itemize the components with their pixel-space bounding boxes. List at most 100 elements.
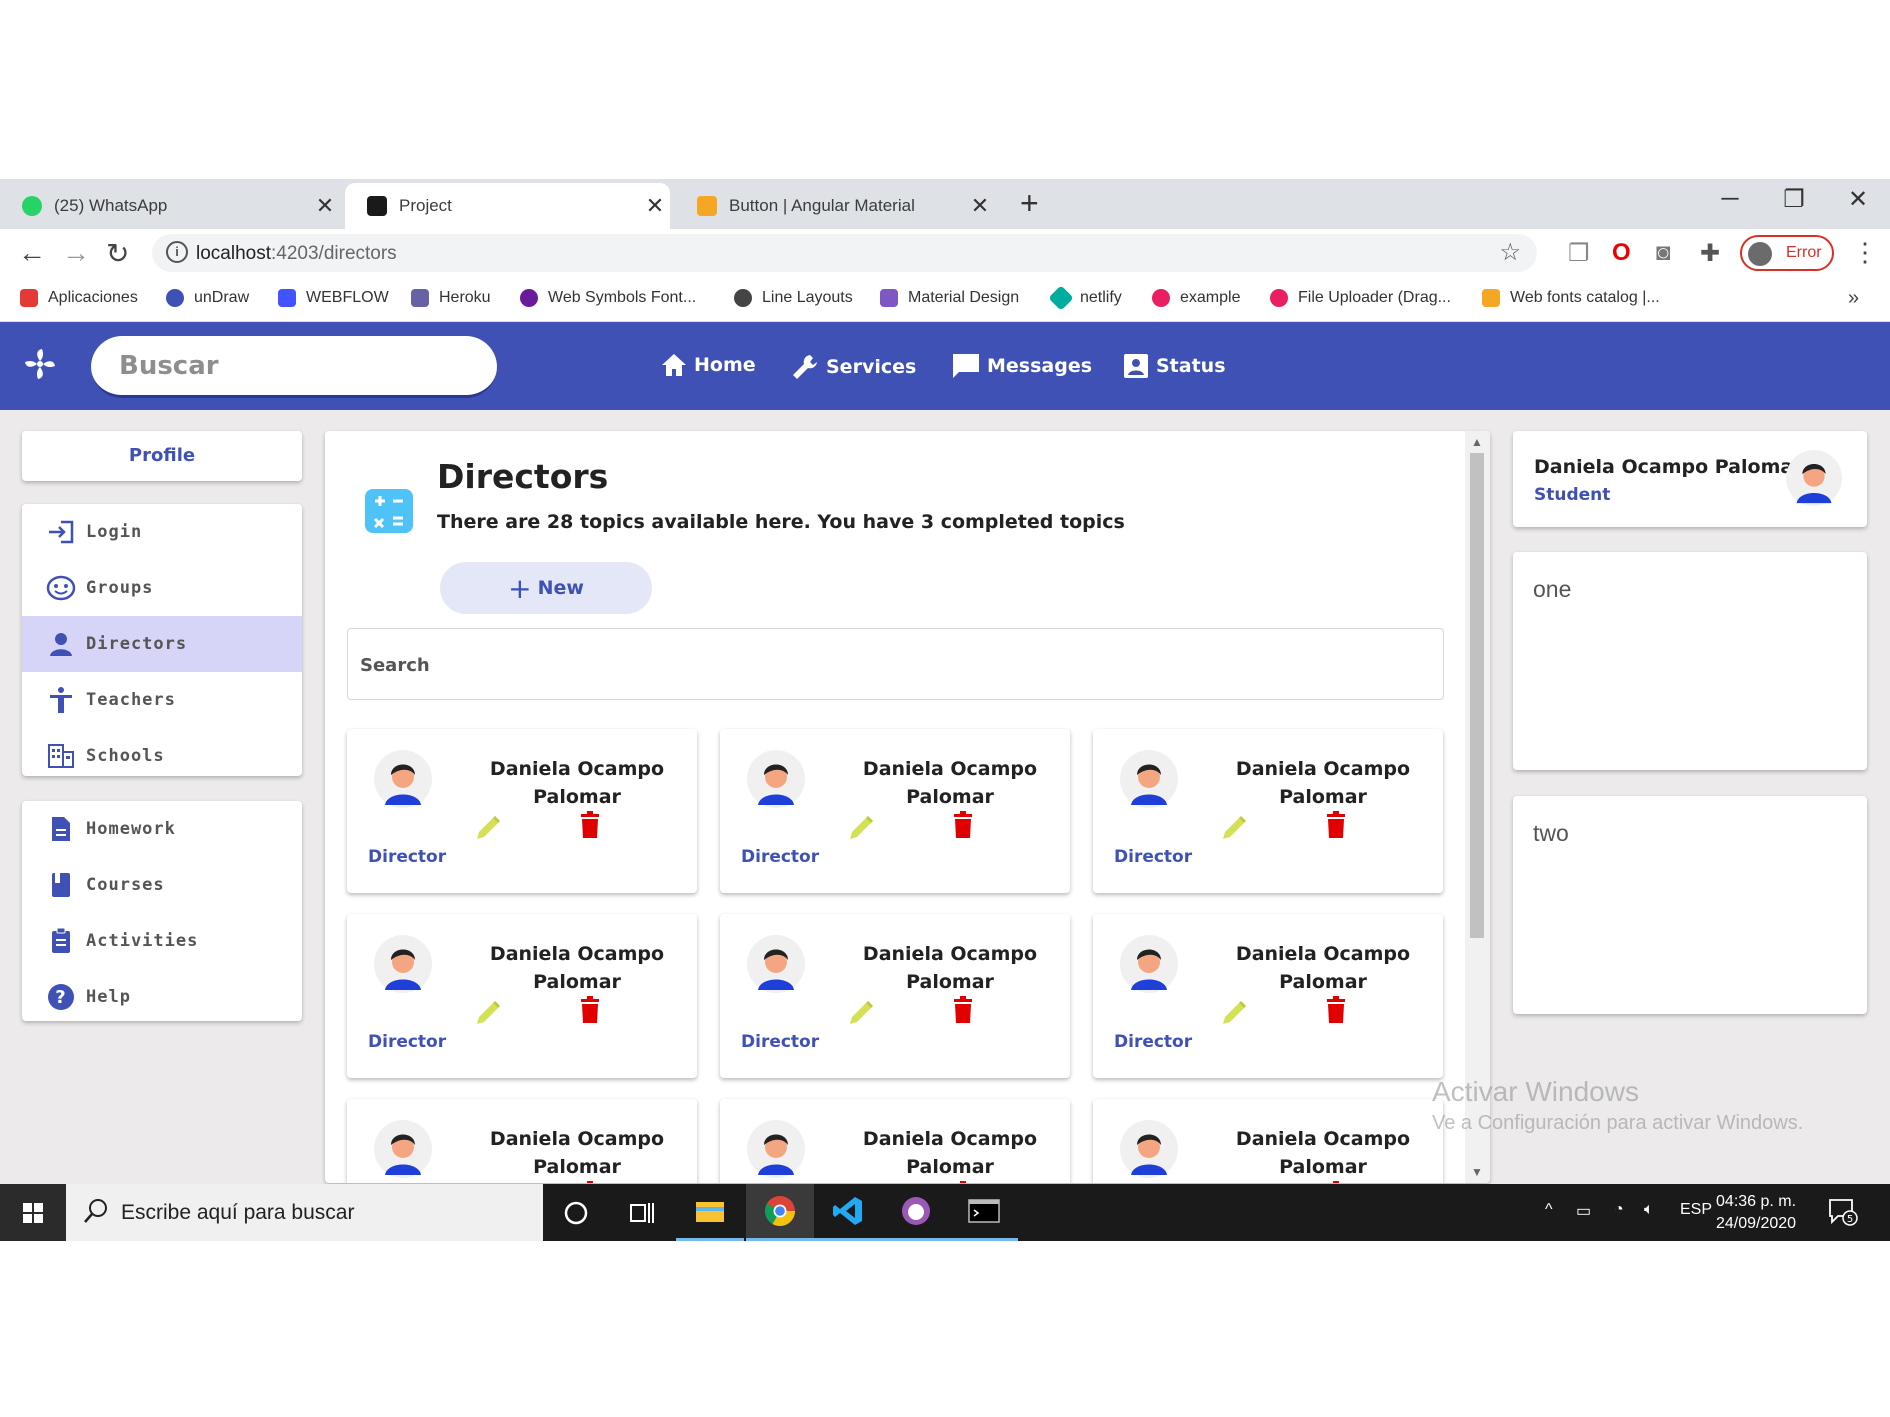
nav-services[interactable]: Services [790, 352, 916, 382]
taskbar-search[interactable]: Escribe aquí para buscar [66, 1184, 543, 1241]
director-card[interactable]: Daniela Ocampo Palomar Director [720, 914, 1070, 1078]
sidebar-item-schools[interactable]: Schools [22, 728, 302, 784]
sidebar-item-help[interactable]: ? Help [22, 969, 302, 1025]
delete-trash-icon[interactable] [579, 811, 601, 844]
bookmark-star-icon[interactable]: ☆ [1499, 238, 1521, 267]
nav-messages[interactable]: Messages [951, 352, 1092, 380]
delete-trash-icon[interactable] [952, 996, 974, 1029]
close-tab-icon[interactable]: ✕ [640, 193, 670, 219]
copy-icon[interactable]: ❐ [1568, 239, 1590, 268]
profile-button[interactable]: Profile [22, 431, 302, 481]
file-explorer-icon[interactable] [676, 1184, 744, 1241]
bookmark-item[interactable]: Material Design [880, 289, 1019, 307]
delete-trash-icon[interactable] [1325, 1181, 1347, 1183]
edit-pencil-icon[interactable] [1219, 813, 1249, 848]
edit-pencil-icon[interactable] [846, 813, 876, 848]
edit-pencil-icon[interactable] [1219, 998, 1249, 1033]
director-card[interactable]: Daniela Ocampo Palomar Director [347, 729, 697, 893]
bookmark-item[interactable]: Heroku [411, 289, 491, 307]
minimize-button[interactable]: ─ [1700, 185, 1760, 213]
bookmark-item[interactable]: File Uploader (Drag... [1270, 289, 1451, 307]
sidebar-item-directors[interactable]: Directors [22, 616, 302, 672]
new-button[interactable]: + New [440, 562, 652, 614]
delete-trash-icon[interactable] [1325, 996, 1347, 1029]
more-bookmarks-icon[interactable]: » [1848, 287, 1859, 310]
sidebar-item-groups[interactable]: Groups [22, 560, 302, 616]
clock[interactable]: 04:36 p. m. 24/09/2020 [1716, 1191, 1796, 1235]
header-search-input[interactable] [119, 348, 459, 384]
restore-button[interactable]: ❐ [1764, 185, 1824, 214]
sidebar-item-homework[interactable]: Homework [22, 801, 302, 857]
scrollbar-thumb[interactable] [1470, 453, 1484, 938]
tab-project[interactable]: Project ✕ [345, 183, 670, 229]
nav-status[interactable]: Status [1122, 352, 1226, 380]
task-view-icon[interactable] [608, 1184, 676, 1241]
chrome-icon[interactable] [746, 1184, 814, 1241]
bookmark-item[interactable]: example [1152, 289, 1240, 307]
material-design-icon [880, 289, 898, 307]
new-tab-button[interactable]: + [1020, 185, 1039, 222]
director-card[interactable]: Daniela Ocampo Palomar [720, 1099, 1070, 1183]
directors-search[interactable] [347, 628, 1444, 700]
delete-trash-icon[interactable] [579, 1181, 601, 1183]
bookmark-item[interactable]: Web Symbols Font... [520, 289, 696, 307]
edit-pencil-icon[interactable] [473, 998, 503, 1033]
volume-icon[interactable]: 🔈︎ [1644, 1201, 1654, 1219]
user-card[interactable]: Daniela Ocampo Palomar Student [1513, 431, 1867, 527]
sidebar-item-login[interactable]: Login [22, 504, 302, 560]
info-icon[interactable]: i [166, 241, 188, 263]
back-arrow-icon[interactable]: ← [18, 237, 46, 269]
director-card[interactable]: Daniela Ocampo Palomar Director [1093, 729, 1443, 893]
header-search[interactable] [91, 336, 497, 398]
terminal-icon[interactable] [950, 1184, 1018, 1241]
close-tab-icon[interactable]: ✕ [310, 193, 340, 219]
bookmark-item[interactable]: Aplicaciones [20, 289, 138, 307]
language-indicator[interactable]: ESP [1680, 1201, 1712, 1219]
url-field[interactable]: i localhost:4203/directors ☆ [152, 234, 1537, 272]
delete-trash-icon[interactable] [952, 811, 974, 844]
github-desktop-icon[interactable] [882, 1184, 950, 1241]
bookmark-item[interactable]: Web fonts catalog |... [1482, 289, 1660, 307]
fan-logo-icon[interactable] [22, 346, 58, 382]
forward-arrow-icon[interactable]: → [62, 237, 90, 269]
sidebar-item-activities[interactable]: Activities [22, 913, 302, 969]
notification-icon[interactable]: 5 [1828, 1198, 1858, 1226]
scroll-down-icon[interactable]: ▼ [1471, 1165, 1483, 1179]
director-card[interactable]: Daniela Ocampo Palomar [347, 1099, 697, 1183]
close-tab-icon[interactable]: ✕ [965, 193, 995, 219]
delete-trash-icon[interactable] [952, 1181, 974, 1183]
close-window-button[interactable]: ✕ [1828, 185, 1888, 214]
more-menu-icon[interactable]: ⋮ [1852, 237, 1878, 268]
sidebar-item-teachers[interactable]: Teachers [22, 672, 302, 728]
director-card[interactable]: Daniela Ocampo Palomar Director [1093, 914, 1443, 1078]
bookmark-item[interactable]: netlify [1048, 285, 1122, 311]
nav-home[interactable]: Home [660, 352, 756, 378]
chevron-up-icon[interactable]: ^ [1545, 1201, 1553, 1219]
wifi-icon[interactable]: ◔ [1614, 1201, 1624, 1219]
tab-angular-material[interactable]: Button | Angular Material ✕ [675, 183, 995, 229]
scroll-up-icon[interactable]: ▲ [1471, 435, 1483, 449]
start-button[interactable] [0, 1184, 66, 1241]
vscode-icon[interactable] [814, 1184, 882, 1241]
scrollbar[interactable]: ▲ ▼ [1465, 431, 1490, 1183]
edit-pencil-icon[interactable] [846, 998, 876, 1033]
opera-icon[interactable]: O [1612, 239, 1631, 267]
cortana-icon[interactable] [542, 1184, 610, 1241]
bookmark-item[interactable]: Line Layouts [734, 289, 853, 307]
directors-search-input[interactable] [360, 647, 1420, 683]
extensions-icon[interactable]: ✚ [1700, 239, 1720, 268]
camera-icon[interactable]: ◙ [1656, 239, 1671, 267]
delete-trash-icon[interactable] [1325, 811, 1347, 844]
director-card[interactable]: Daniela Ocampo Palomar Director [347, 914, 697, 1078]
bookmark-item[interactable]: WEBFLOW [278, 289, 389, 307]
delete-trash-icon[interactable] [579, 996, 601, 1029]
director-card[interactable]: Daniela Ocampo Palomar Director [720, 729, 1070, 893]
tab-whatsapp[interactable]: (25) WhatsApp ✕ [0, 183, 340, 229]
director-card[interactable]: Daniela Ocampo Palomar [1093, 1099, 1443, 1183]
bookmark-item[interactable]: unDraw [166, 289, 249, 307]
edit-pencil-icon[interactable] [473, 813, 503, 848]
battery-icon[interactable]: ▭ [1576, 1201, 1591, 1221]
profile-error-button[interactable]: Error [1740, 235, 1834, 271]
sidebar-item-courses[interactable]: Courses [22, 857, 302, 913]
reload-icon[interactable]: ↻ [106, 237, 129, 270]
